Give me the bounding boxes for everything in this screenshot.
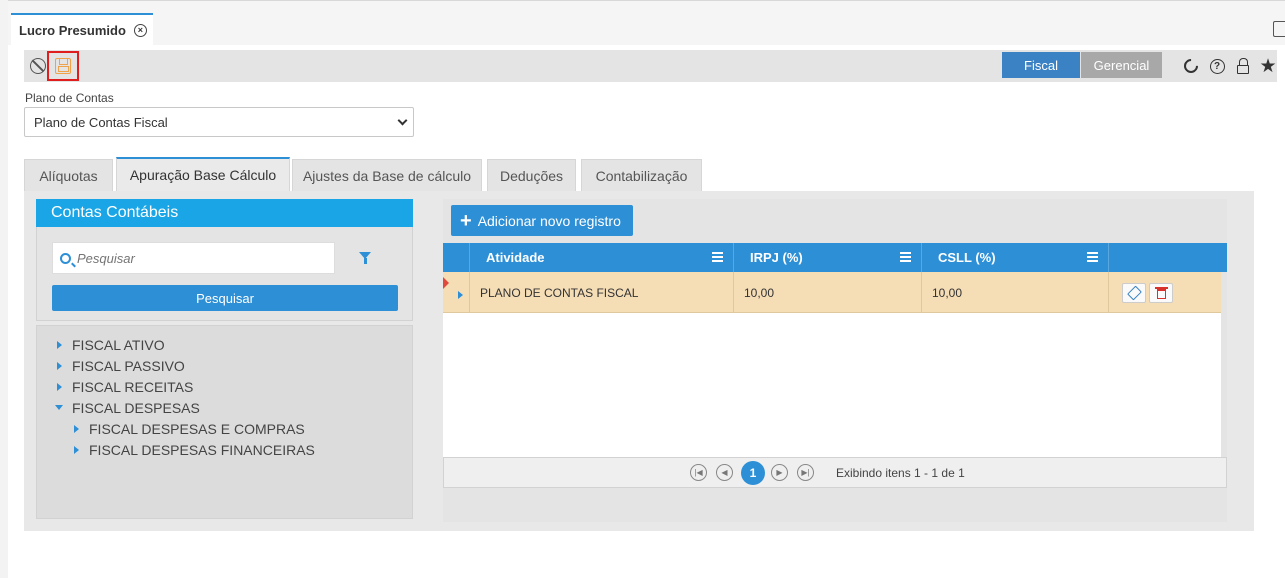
- tree-item-label: FISCAL RECEITAS: [72, 378, 194, 395]
- plano-de-contas-label: Plano de Contas: [25, 91, 114, 105]
- cell-csll: 10,00: [922, 272, 1109, 313]
- document-tab-strip: Lucro Presumido ×: [8, 0, 1285, 46]
- row-expand-icon[interactable]: [458, 291, 463, 299]
- document-tab-title: Lucro Presumido: [19, 23, 126, 38]
- tab-contabilizacao[interactable]: Contabilização: [581, 159, 702, 191]
- collapse-arrow-icon[interactable]: [55, 405, 63, 410]
- expand-arrow-icon[interactable]: [57, 382, 62, 391]
- row-expand-cell[interactable]: [443, 272, 470, 313]
- contas-tree: FISCAL ATIVO FISCAL PASSIVO FISCAL RECEI…: [36, 325, 413, 519]
- save-icon[interactable]: [47, 51, 79, 81]
- tab-apuracao-base-calculo[interactable]: Apuração Base Cálculo: [116, 157, 290, 191]
- column-header-csll[interactable]: CSLL (%): [922, 243, 1109, 272]
- contas-search-area: Pesquisar: [36, 227, 413, 321]
- current-page-button[interactable]: 1: [741, 461, 765, 485]
- edit-button[interactable]: [1122, 282, 1146, 303]
- next-page-icon[interactable]: ▶: [771, 464, 788, 481]
- plano-de-contas-value: Plano de Contas Fiscal: [34, 114, 168, 130]
- column-header-atividade[interactable]: Atividade: [470, 243, 734, 272]
- chevron-down-icon: [397, 115, 408, 126]
- column-header-irpj[interactable]: IRPJ (%): [734, 243, 922, 272]
- search-icon: [60, 252, 71, 264]
- cancel-icon[interactable]: [27, 55, 49, 77]
- tab-aliquotas[interactable]: Alíquotas: [24, 159, 113, 191]
- help-icon[interactable]: ?: [1207, 56, 1227, 76]
- main-area: Fiscal Gerencial ? ★ Plano de Contas Pla…: [8, 45, 1285, 578]
- expand-arrow-icon[interactable]: [57, 361, 62, 370]
- tree-item[interactable]: FISCAL PASSIVO: [37, 355, 412, 376]
- toolbar: Fiscal Gerencial ? ★: [24, 50, 1277, 82]
- row-dirty-flag-icon: [443, 277, 449, 289]
- add-record-button[interactable]: + Adicionar novo registro: [451, 205, 633, 236]
- contas-contabeis-header: Contas Contábeis: [36, 199, 413, 227]
- prev-page-icon[interactable]: ◀: [716, 464, 733, 481]
- mode-gerencial-button[interactable]: Gerencial: [1081, 52, 1162, 78]
- pager-info: Exibindo itens 1 - 1 de 1: [836, 466, 965, 480]
- plano-de-contas-select[interactable]: Plano de Contas Fiscal: [24, 107, 414, 137]
- tree-item-label: FISCAL DESPESAS: [72, 399, 200, 416]
- tree-item[interactable]: FISCAL ATIVO: [37, 334, 412, 355]
- panel-toggle-icon[interactable]: [1273, 21, 1285, 37]
- tree-item[interactable]: FISCAL RECEITAS: [37, 376, 412, 397]
- tree-item-label: FISCAL PASSIVO: [72, 357, 185, 374]
- grid-pager: |◀ ◀ 1 ▶ ▶| Exibindo itens 1 - 1 de 1: [443, 457, 1227, 488]
- table-row[interactable]: PLANO DE CONTAS FISCAL 10,00 10,00: [443, 272, 1221, 313]
- expand-arrow-icon[interactable]: [74, 424, 79, 433]
- tab-content: Contas Contábeis Pesquisar FISCAL ATIVO …: [24, 191, 1254, 531]
- column-menu-icon[interactable]: [900, 252, 911, 262]
- records-grid: Atividade IRPJ (%) CSLL (%) PLANO DE CON…: [443, 243, 1227, 488]
- add-record-label: Adicionar novo registro: [477, 212, 621, 229]
- mode-fiscal-button[interactable]: Fiscal: [1002, 52, 1080, 78]
- column-header-actions: [1109, 243, 1227, 272]
- cell-atividade: PLANO DE CONTAS FISCAL: [470, 272, 734, 313]
- filter-icon[interactable]: [359, 252, 371, 264]
- last-page-icon[interactable]: ▶|: [797, 464, 814, 481]
- cell-irpj: 10,00: [734, 272, 922, 313]
- star-icon[interactable]: ★: [1258, 56, 1278, 77]
- grid-scrollbar[interactable]: [1221, 272, 1227, 457]
- column-menu-icon[interactable]: [712, 252, 723, 262]
- contas-search-button[interactable]: Pesquisar: [52, 285, 398, 311]
- expand-arrow-icon[interactable]: [57, 340, 62, 349]
- expand-arrow-icon[interactable]: [74, 445, 79, 454]
- first-page-icon[interactable]: |◀: [690, 464, 707, 481]
- lock-icon[interactable]: [1233, 56, 1253, 76]
- contas-search-input[interactable]: [77, 250, 317, 266]
- delete-button[interactable]: [1149, 282, 1173, 303]
- grid-header-expand: [443, 243, 470, 272]
- tree-item-label: FISCAL DESPESAS FINANCEIRAS: [89, 441, 315, 458]
- plus-icon: +: [460, 209, 472, 232]
- refresh-icon[interactable]: [1181, 56, 1201, 76]
- column-menu-icon[interactable]: [1087, 252, 1098, 262]
- edit-icon: [1126, 285, 1142, 300]
- tree-item[interactable]: FISCAL DESPESAS: [37, 397, 412, 418]
- close-icon[interactable]: ×: [133, 24, 147, 37]
- column-header-label: CSLL (%): [938, 250, 996, 265]
- contas-search-field[interactable]: [52, 242, 335, 274]
- tree-item[interactable]: FISCAL DESPESAS E COMPRAS: [37, 418, 412, 439]
- cell-actions: [1109, 272, 1221, 313]
- tree-item[interactable]: FISCAL DESPESAS FINANCEIRAS: [37, 439, 412, 460]
- grid-header: Atividade IRPJ (%) CSLL (%): [443, 243, 1227, 272]
- registros-panel: + Adicionar novo registro Atividade IRPJ…: [443, 199, 1227, 522]
- tree-item-label: FISCAL ATIVO: [72, 336, 165, 353]
- delete-icon: [1154, 286, 1168, 299]
- tab-deducoes[interactable]: Deduções: [487, 159, 576, 191]
- tree-item-label: FISCAL DESPESAS E COMPRAS: [89, 420, 305, 437]
- tab-ajustes-base-calculo[interactable]: Ajustes da Base de cálculo: [292, 159, 482, 191]
- column-header-label: Atividade: [486, 250, 545, 265]
- document-tab-lucro-presumido[interactable]: Lucro Presumido ×: [11, 13, 153, 46]
- column-header-label: IRPJ (%): [750, 250, 803, 265]
- help-glyph: ?: [1209, 58, 1225, 74]
